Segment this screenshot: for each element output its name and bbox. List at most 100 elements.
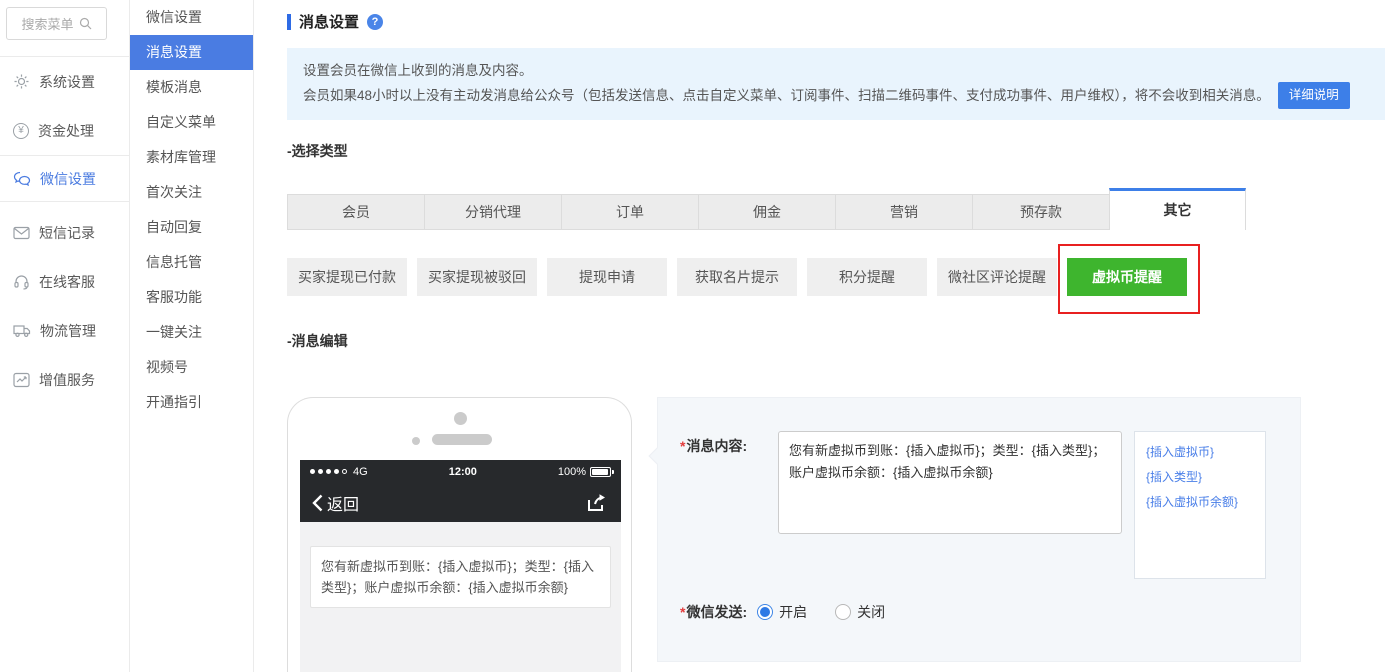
phone-camera-dot	[454, 412, 467, 425]
submenu-item-custom-menu[interactable]: 自定义菜单	[130, 105, 253, 140]
message-content-label: *消息内容:	[680, 438, 748, 454]
gear-icon	[14, 74, 29, 89]
sidebar-item-system-settings[interactable]: 系统设置	[0, 57, 129, 106]
submenu-item-first-follow[interactable]: 首次关注	[130, 175, 253, 210]
section-title-message-edit: -消息编辑	[287, 333, 348, 349]
sidebar-item-label: 短信记录	[39, 224, 95, 241]
type-button-community-comment-reminder[interactable]: 微社区评论提醒	[937, 258, 1057, 296]
page-header: 消息设置 ?	[287, 11, 384, 32]
type-button-points-reminder[interactable]: 积分提醒	[807, 258, 927, 296]
trend-chart-icon	[13, 372, 30, 387]
search-area: 搜索菜单	[0, 0, 129, 57]
yuan-icon: ¥	[13, 122, 29, 139]
panel-arrow-notch	[648, 447, 666, 465]
sidebar-item-logistics[interactable]: 物流管理	[0, 306, 129, 355]
radio-option-off[interactable]: 关闭	[835, 602, 885, 622]
app-window: 搜索菜单 系统设置 ¥ 资金处理 微信设置 短信记录 在线客服 物流管理 增值服…	[0, 0, 1385, 672]
submenu-item-video-account[interactable]: 视频号	[130, 350, 253, 385]
submenu-item-one-key-follow[interactable]: 一键关注	[130, 315, 253, 350]
wechat-settings-submenu: 微信设置 消息设置 模板消息 自定义菜单 素材库管理 首次关注 自动回复 信息托…	[130, 0, 254, 672]
tab-distribution-agent[interactable]: 分销代理	[424, 194, 561, 230]
phone-screen: 您有新虚拟币到账：{插入虚拟币}；类型：{插入类型}；账户虚拟币余额：{插入虚拟…	[300, 522, 621, 672]
tab-commission[interactable]: 佣金	[698, 194, 835, 230]
tab-other[interactable]: 其它	[1109, 188, 1246, 230]
insert-virtual-currency-balance-link[interactable]: {插入虚拟币余额}	[1146, 490, 1254, 515]
sidebar-item-label: 物流管理	[40, 322, 96, 339]
wechat-send-label: *微信发送:	[680, 604, 748, 620]
radio-on-icon[interactable]	[757, 604, 774, 620]
wechat-send-row: *微信发送: 开启 关闭	[680, 602, 885, 622]
submenu-item-message-settings[interactable]: 消息设置	[130, 35, 253, 70]
page-title: 消息设置	[299, 14, 360, 31]
battery-percent: 100%	[557, 465, 586, 478]
radio-off-icon[interactable]	[835, 604, 852, 620]
search-placeholder: 搜索菜单	[21, 17, 74, 32]
type-button-virtual-currency-reminder[interactable]: 虚拟币提醒	[1067, 258, 1187, 296]
radio-on-label: 开启	[779, 604, 808, 620]
wechat-icon	[13, 171, 31, 186]
type-button-withdraw-apply[interactable]: 提现申请	[547, 258, 667, 296]
title-accent-bar	[287, 13, 291, 30]
help-icon[interactable]: ?	[367, 13, 384, 30]
sidebar-item-label: 在线客服	[39, 273, 95, 290]
sidebar-item-online-service[interactable]: 在线客服	[0, 257, 129, 306]
phone-time: 12:00	[448, 465, 477, 478]
sidebar-item-label: 资金处理	[38, 122, 94, 139]
type-button-get-card-tip[interactable]: 获取名片提示	[677, 258, 797, 296]
phone-message-preview: 您有新虚拟币到账：{插入虚拟币}；类型：{插入类型}；账户虚拟币余额：{插入虚拟…	[310, 546, 611, 608]
type-button-withdraw-rejected[interactable]: 买家提现被驳回	[417, 258, 537, 296]
phone-preview: 4G 12:00 100% 返回 您有新虚拟币到账：{插入虚拟币}；类型：{插入…	[287, 397, 632, 672]
phone-status-row: 4G 12:00 100%	[300, 460, 621, 483]
tab-order[interactable]: 订单	[561, 194, 698, 230]
signal-strength-icon: 4G	[310, 466, 368, 478]
message-content-textarea[interactable]: 您有新虚拟币到账：{插入虚拟币}；类型：{插入类型}；账户虚拟币余额：{插入虚拟…	[778, 431, 1122, 534]
search-icon	[79, 17, 91, 30]
required-marker: *	[680, 438, 686, 454]
message-edit-form: *消息内容: 您有新虚拟币到账：{插入虚拟币}；类型：{插入类型}；账户虚拟币余…	[648, 397, 1301, 662]
notice-line2: 会员如果48小时以上没有主动发消息给公众号（包括发送信息、点击自定义菜单、订阅事…	[303, 88, 1270, 103]
tab-member[interactable]: 会员	[287, 194, 424, 230]
sidebar-item-sms-records[interactable]: 短信记录	[0, 208, 129, 257]
phone-back-button: 返回	[312, 491, 359, 515]
detail-description-button[interactable]: 详细说明	[1277, 82, 1350, 109]
submenu-item-activation-guide[interactable]: 开通指引	[130, 385, 253, 420]
back-chevron-icon	[312, 494, 323, 511]
phone-back-label: 返回	[327, 496, 360, 514]
main-content: 消息设置 ? 设置会员在微信上收到的消息及内容。 会员如果48小时以上没有主动发…	[254, 0, 1385, 672]
submenu-item-wechat-settings[interactable]: 微信设置	[130, 0, 253, 35]
sidebar-item-label: 微信设置	[40, 170, 96, 187]
phone-sensor-dot	[412, 437, 420, 445]
phone-nav-row: 返回	[300, 483, 621, 522]
sidebar-item-wechat-settings[interactable]: 微信设置	[0, 156, 129, 201]
search-input[interactable]: 搜索菜单	[6, 7, 107, 40]
sidebar-item-funds[interactable]: ¥ 资金处理	[0, 106, 129, 155]
radio-option-on[interactable]: 开启	[757, 602, 807, 622]
section-title-select-type: -选择类型	[287, 143, 348, 159]
insert-virtual-currency-link[interactable]: {插入虚拟币}	[1146, 440, 1254, 465]
message-type-buttons: 买家提现已付款 买家提现被驳回 提现申请 获取名片提示 积分提醒 微社区评论提醒…	[287, 258, 1187, 296]
submenu-item-material-library[interactable]: 素材库管理	[130, 140, 253, 175]
share-icon	[588, 493, 605, 511]
sidebar-item-label: 增值服务	[39, 371, 95, 388]
submenu-item-info-hosting[interactable]: 信息托管	[130, 245, 253, 280]
network-label: 4G	[353, 465, 368, 478]
radio-off-label: 关闭	[857, 604, 886, 620]
sidebar-item-value-added[interactable]: 增值服务	[0, 355, 129, 404]
tab-prepaid[interactable]: 预存款	[972, 194, 1109, 230]
primary-sidebar: 搜索菜单 系统设置 ¥ 资金处理 微信设置 短信记录 在线客服 物流管理 增值服…	[0, 0, 130, 672]
tab-marketing[interactable]: 营销	[835, 194, 972, 230]
battery-icon	[590, 466, 614, 477]
notice-line1: 设置会员在微信上收到的消息及内容。	[303, 63, 533, 78]
submenu-item-template-message[interactable]: 模板消息	[130, 70, 253, 105]
phone-statusbar: 4G 12:00 100% 返回	[300, 460, 621, 522]
notice-box: 设置会员在微信上收到的消息及内容。 会员如果48小时以上没有主动发消息给公众号（…	[287, 48, 1385, 120]
type-button-withdraw-paid[interactable]: 买家提现已付款	[287, 258, 407, 296]
battery-status: 100%	[557, 465, 614, 478]
truck-icon	[13, 325, 31, 337]
sidebar-item-label: 系统设置	[39, 73, 95, 90]
submenu-item-service-function[interactable]: 客服功能	[130, 280, 253, 315]
submenu-item-auto-reply[interactable]: 自动回复	[130, 210, 253, 245]
insert-type-link[interactable]: {插入类型}	[1146, 465, 1254, 490]
headset-icon	[14, 274, 29, 290]
notice-line2-wrap: 会员如果48小时以上没有主动发消息给公众号（包括发送信息、点击自定义菜单、订阅事…	[303, 82, 1369, 109]
